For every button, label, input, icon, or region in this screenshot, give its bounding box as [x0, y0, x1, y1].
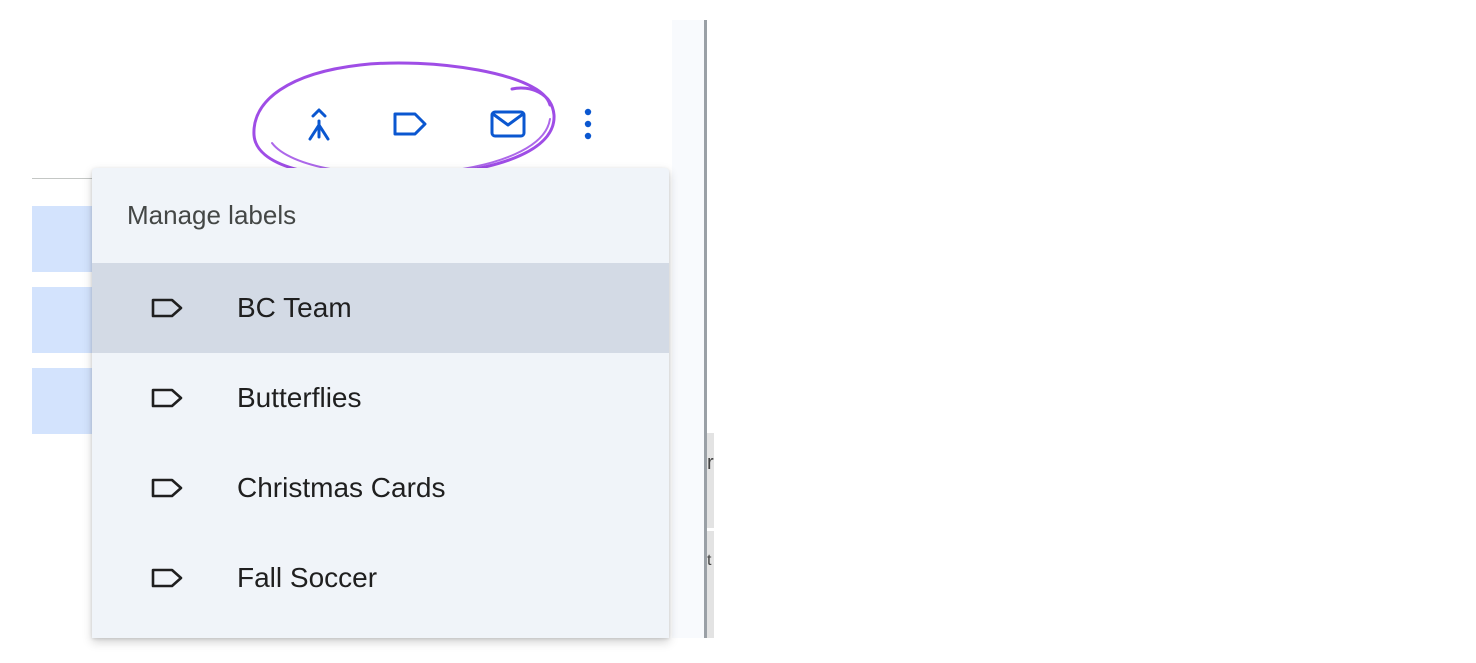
menu-item-fall-soccer[interactable]: Fall Soccer — [92, 533, 669, 623]
menu-item-label: BC Team — [237, 292, 352, 323]
menu-item-label: Fall Soccer — [237, 562, 378, 593]
label-outline-icon — [151, 478, 183, 498]
merge-icon — [308, 108, 330, 141]
label-outline-icon — [151, 388, 183, 408]
label-button[interactable] — [388, 102, 432, 146]
peek-text: t — [707, 552, 712, 569]
more-options-button[interactable] — [566, 102, 610, 146]
toolbar — [32, 20, 672, 170]
merge-button[interactable] — [297, 102, 341, 146]
menu-item-christmas-cards[interactable]: Christmas Cards — [92, 443, 669, 533]
menu-item-bc-team[interactable]: BC Team — [92, 263, 669, 353]
adjacent-row — [707, 531, 714, 638]
mail-button[interactable] — [486, 102, 530, 146]
label-outline-icon — [151, 568, 183, 588]
manage-labels-menu: Manage labels BC Team Butterflies Christ… — [92, 168, 669, 638]
mail-icon — [490, 110, 526, 138]
peek-text: r — [707, 452, 714, 474]
menu-header: Manage labels — [127, 200, 297, 230]
label-outline-icon — [151, 298, 183, 318]
label-icon — [393, 112, 427, 136]
more-vert-icon — [584, 108, 592, 140]
adjacent-row — [707, 433, 714, 528]
menu-item-butterflies[interactable]: Butterflies — [92, 353, 669, 443]
menu-item-label: Butterflies — [237, 382, 362, 413]
adjacent-panel-edge — [707, 20, 714, 638]
menu-item-label: Christmas Cards — [237, 472, 446, 503]
